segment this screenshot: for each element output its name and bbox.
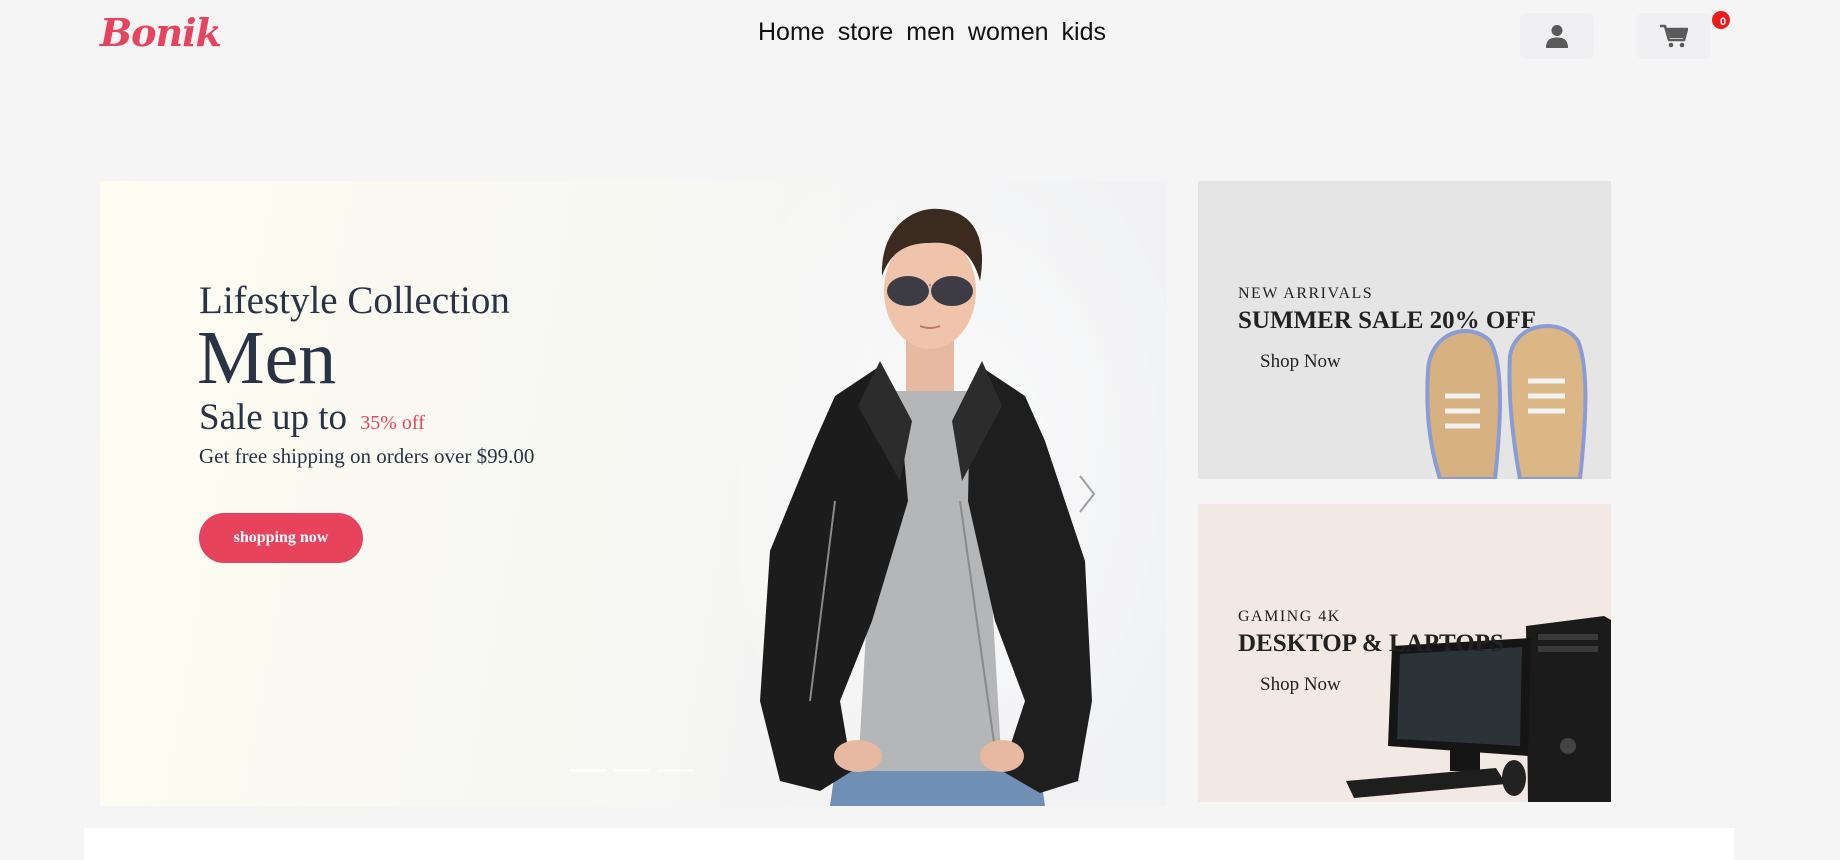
slider-dot[interactable] [614,769,650,772]
hero-model-image [740,181,1167,806]
promo-card-desktops[interactable]: GAMING 4K DESKTOP & LAPTOPS Shop Now [1198,504,1611,802]
slider-dots [570,769,694,772]
account-button[interactable] [1520,13,1594,59]
shopping-now-button[interactable]: shopping now [199,513,363,563]
hero-sale-discount: 35% off [360,412,425,434]
nav-women[interactable]: women [968,18,1049,47]
nav-men[interactable]: men [906,18,955,47]
hero-title: Men [197,316,337,400]
slider-dot[interactable] [570,769,606,772]
nav-kids[interactable]: kids [1062,18,1106,47]
hero-sale-line: Sale up to 35% off [199,396,425,439]
nav-home[interactable]: Home [758,18,825,47]
promo-title: DESKTOP & LAPTOPS [1238,630,1504,657]
shop-now-link[interactable]: Shop Now [1260,351,1341,373]
slider-dot[interactable] [658,769,694,772]
cart-icon [1660,24,1688,48]
user-icon [1546,25,1568,48]
promo-kicker: GAMING 4K [1238,608,1341,625]
cart-button[interactable] [1637,13,1711,59]
hero-sale-prefix: Sale up to [199,397,347,438]
main-nav: Home store men women kids [758,18,1106,47]
promo-kicker: NEW ARRIVALS [1238,285,1374,302]
promo-title: SUMMER SALE 20% OFF [1238,307,1536,334]
shop-now-link[interactable]: Shop Now [1260,674,1341,696]
hero-shipping-text: Get free shipping on orders over $99.00 [199,444,535,468]
content-section [84,828,1734,860]
sneakers-image [1425,324,1588,479]
promo-card-summer-sale[interactable]: NEW ARRIVALS SUMMER SALE 20% OFF Shop No… [1198,181,1611,479]
site-header: Bonik Home store men women kids 0 [0,0,1840,74]
chevron-right-icon[interactable] [1078,474,1096,514]
site-logo[interactable]: Bonik [100,10,222,55]
hero-slider: Lifestyle Collection Men Sale up to 35% … [100,181,1167,806]
nav-store[interactable]: store [838,18,894,47]
cart-count-badge: 0 [1712,11,1730,29]
